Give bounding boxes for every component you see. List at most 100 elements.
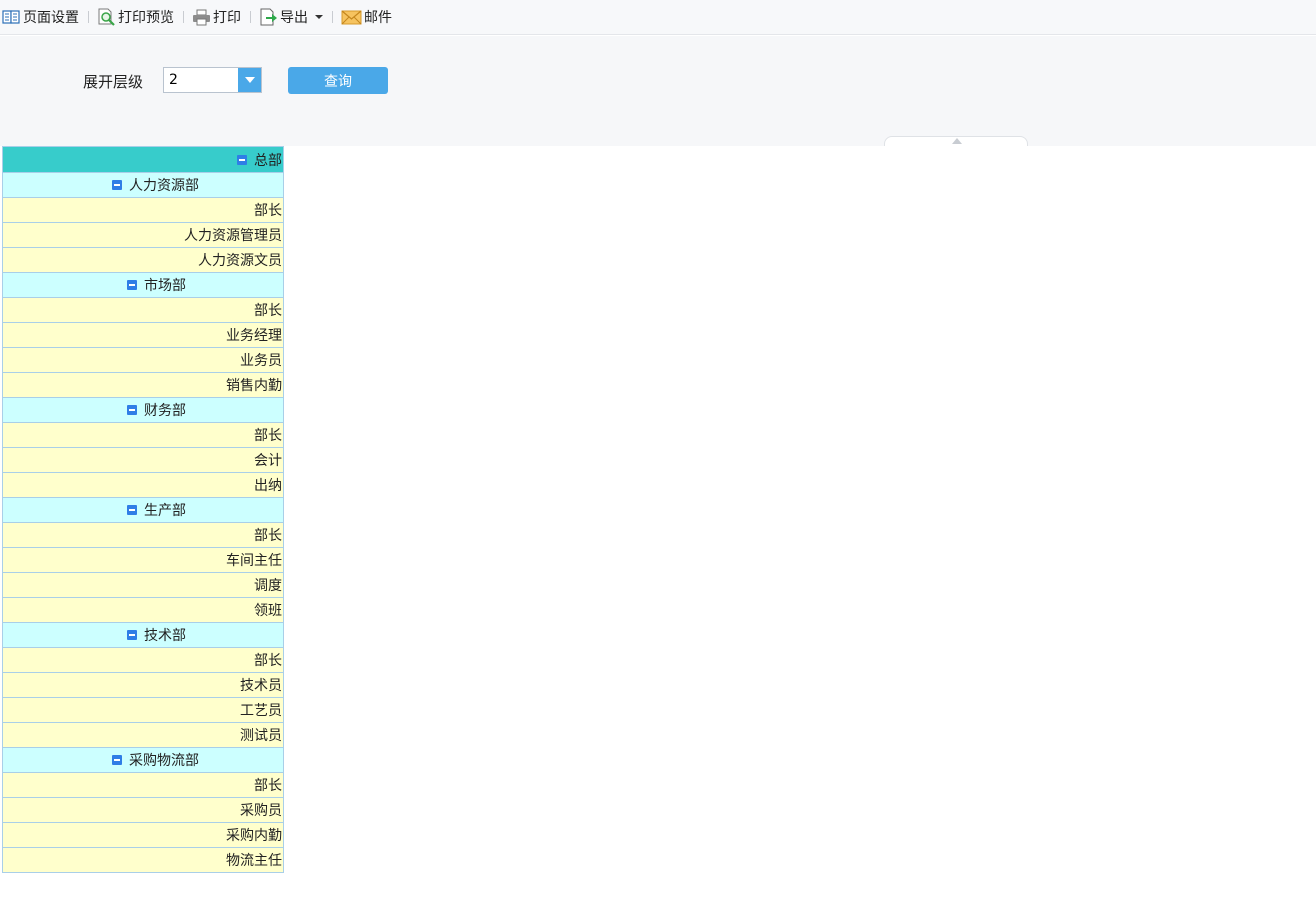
print-preview-button[interactable]: 打印预览 (97, 5, 174, 29)
position-label: 出纳 (254, 478, 282, 494)
collapse-icon[interactable] (237, 154, 247, 165)
collapse-icon[interactable] (127, 505, 137, 515)
department-header: 市场部 (127, 275, 186, 295)
position-row: 调度 (2, 573, 284, 598)
collapse-icon[interactable] (112, 755, 122, 765)
toolbar-separator (183, 11, 184, 23)
export-icon (259, 8, 278, 26)
position-row: 会计 (2, 448, 284, 473)
mail-label: 邮件 (364, 10, 392, 26)
position-row: 部长 (2, 648, 284, 673)
department-row: 市场部 (2, 273, 284, 298)
position-label: 领班 (254, 603, 282, 619)
position-row: 出纳 (2, 473, 284, 498)
position-row: 业务员 (2, 348, 284, 373)
position-label: 采购员 (240, 803, 282, 819)
mail-icon (341, 8, 362, 26)
export-label: 导出 (280, 10, 308, 26)
department-header: 生产部 (127, 500, 186, 520)
position-row: 测试员 (2, 723, 284, 748)
root-row: 总部 (2, 146, 284, 173)
position-row: 技术员 (2, 673, 284, 698)
chevron-up-icon (952, 138, 962, 144)
chevron-down-icon (315, 15, 323, 19)
position-label: 测试员 (240, 728, 282, 744)
department-row: 财务部 (2, 398, 284, 423)
position-label: 人力资源管理员 (184, 228, 282, 244)
position-row: 业务经理 (2, 323, 284, 348)
position-label: 部长 (254, 303, 282, 319)
print-button[interactable]: 打印 (192, 5, 241, 29)
position-label: 部长 (254, 203, 282, 219)
mail-button[interactable]: 邮件 (341, 5, 392, 29)
position-row: 采购内勤 (2, 823, 284, 848)
position-row: 部长 (2, 423, 284, 448)
print-preview-label: 打印预览 (118, 10, 174, 26)
department-label: 生产部 (144, 503, 186, 519)
department-label: 采购物流部 (129, 753, 199, 769)
department-header: 财务部 (127, 400, 186, 420)
position-label: 部长 (254, 653, 282, 669)
department-row: 生产部 (2, 498, 284, 523)
position-row: 部长 (2, 773, 284, 798)
position-row: 部长 (2, 198, 284, 223)
department-label: 技术部 (144, 628, 186, 644)
position-row: 人力资源管理员 (2, 223, 284, 248)
page-setup-icon (2, 8, 21, 26)
position-row: 销售内勤 (2, 373, 284, 398)
department-label: 人力资源部 (129, 178, 199, 194)
position-row: 部长 (2, 298, 284, 323)
printer-icon (192, 8, 211, 26)
page-setup-button[interactable]: 页面设置 (2, 5, 79, 29)
position-label: 业务员 (240, 353, 282, 369)
parameter-panel: 展开层级 查询 (0, 36, 1316, 146)
position-row: 人力资源文员 (2, 248, 284, 273)
position-label: 销售内勤 (226, 378, 282, 394)
root-label: 总部 (254, 152, 282, 169)
query-button[interactable]: 查询 (288, 67, 388, 94)
expand-level-input[interactable] (164, 68, 239, 92)
print-preview-icon (97, 8, 116, 26)
department-header: 采购物流部 (112, 750, 199, 770)
print-label: 打印 (213, 10, 241, 26)
chevron-down-icon (244, 77, 255, 83)
expand-level-combobox[interactable] (163, 67, 262, 93)
department-row: 人力资源部 (2, 173, 284, 198)
collapse-icon[interactable] (127, 280, 137, 290)
position-label: 调度 (254, 578, 282, 594)
position-row: 部长 (2, 523, 284, 548)
department-header: 人力资源部 (112, 175, 199, 195)
toolbar-separator (332, 11, 333, 23)
collapse-icon[interactable] (127, 405, 137, 415)
position-row: 车间主任 (2, 548, 284, 573)
toolbar-separator (88, 11, 89, 23)
position-label: 业务经理 (226, 328, 282, 344)
collapse-icon[interactable] (112, 180, 122, 190)
position-row: 工艺员 (2, 698, 284, 723)
position-row: 采购员 (2, 798, 284, 823)
page-setup-label: 页面设置 (23, 10, 79, 26)
department-label: 市场部 (144, 278, 186, 294)
position-label: 部长 (254, 428, 282, 444)
position-label: 物流主任 (226, 853, 282, 869)
export-dropdown-button[interactable]: 导出 (259, 5, 323, 29)
department-label: 财务部 (144, 403, 186, 419)
collapse-icon[interactable] (127, 630, 137, 640)
position-label: 采购内勤 (226, 828, 282, 844)
position-label: 部长 (254, 778, 282, 794)
position-label: 部长 (254, 528, 282, 544)
position-label: 技术员 (240, 678, 282, 694)
position-label: 人力资源文员 (198, 253, 282, 269)
report-toolbar: 页面设置 打印预览 打印 导出 邮件 (0, 0, 1316, 35)
collapse-panel-handle[interactable] (884, 136, 1028, 146)
position-row: 物流主任 (2, 848, 284, 873)
expand-level-label: 展开层级 (83, 73, 144, 91)
toolbar-separator (250, 11, 251, 23)
department-row: 采购物流部 (2, 748, 284, 773)
position-row: 领班 (2, 598, 284, 623)
expand-level-dropdown-button[interactable] (238, 68, 261, 92)
position-label: 工艺员 (240, 703, 282, 719)
position-label: 车间主任 (226, 553, 282, 569)
department-header: 技术部 (127, 625, 186, 645)
position-label: 会计 (254, 453, 282, 469)
